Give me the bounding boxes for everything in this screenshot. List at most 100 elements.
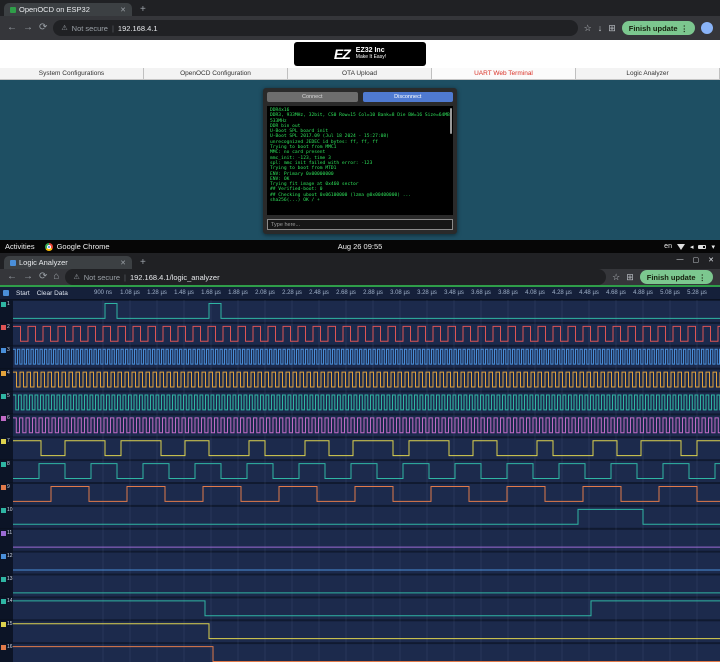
tab-strip-bottom: Logic Analyzer ✕ + — ▢ ✕ xyxy=(0,253,720,269)
site-tab-logic-analyzer[interactable]: Logic Analyzer xyxy=(576,68,720,79)
channel-number: 1 xyxy=(7,302,10,307)
brand-tagline: Make It Easy! xyxy=(356,55,386,61)
channel-color-swatch xyxy=(1,416,6,421)
channel-number: 16 xyxy=(7,645,13,650)
finish-update-button[interactable]: Finish update ⋮ xyxy=(622,21,695,35)
time-ruler-label: 3.88 µs xyxy=(498,290,518,296)
time-ruler-label: 4.88 µs xyxy=(633,290,653,296)
time-ruler-label: 1.88 µs xyxy=(228,290,248,296)
site-tabs: System ConfigurationsOpenOCD Configurati… xyxy=(0,68,720,80)
channel-label-7[interactable]: 7 xyxy=(0,437,13,460)
forward-icon[interactable]: → xyxy=(23,272,33,282)
not-secure-label: Not secure xyxy=(84,273,120,282)
browser-tab-logic-analyzer[interactable]: Logic Analyzer ✕ xyxy=(4,256,132,269)
extensions-icon[interactable]: ⊞ xyxy=(626,272,634,283)
channel-label-6[interactable]: 6 xyxy=(0,414,13,437)
tab-title: OpenOCD on ESP32 xyxy=(19,5,90,14)
channel-label-2[interactable]: 2 xyxy=(0,323,13,346)
brand-logo: EZ EZ32 Inc Make It Easy! xyxy=(294,42,426,66)
channel-label-1[interactable]: 1 xyxy=(0,300,13,323)
channel-color-swatch xyxy=(1,645,6,650)
channel-label-14[interactable]: 14 xyxy=(0,597,13,620)
finish-update-button[interactable]: Finish update ⋮ xyxy=(640,270,713,284)
terminal-input[interactable] xyxy=(267,219,453,230)
window-close-button[interactable]: ✕ xyxy=(708,256,714,264)
terminal-output[interactable]: DDR4x16DDR3, 933MHz, 32bit, CS0 Row=15 C… xyxy=(267,106,453,215)
channel-label-11[interactable]: 11 xyxy=(0,529,13,552)
back-icon[interactable]: ← xyxy=(7,272,17,282)
clear-data-button[interactable]: Clear Data xyxy=(37,290,68,297)
address-bar[interactable]: ⚠ Not secure | 192.168.4.1/logic_analyze… xyxy=(65,269,606,285)
battery-icon xyxy=(698,245,706,249)
window-minimize-button[interactable]: — xyxy=(677,256,684,264)
site-tab-uart-web-terminal[interactable]: UART Web Terminal xyxy=(432,68,576,79)
channel-label-15[interactable]: 15 xyxy=(0,620,13,643)
browser-window-openocd: OpenOCD on ESP32 ✕ + ← → ⟳ ⚠ Not secure … xyxy=(0,0,720,240)
time-ruler-label: 3.48 µs xyxy=(444,290,464,296)
new-tab-button[interactable]: + xyxy=(140,257,146,268)
channel-label-12[interactable]: 12 xyxy=(0,552,13,575)
channel-label-5[interactable]: 5 xyxy=(0,392,13,415)
capture-settings-icon[interactable] xyxy=(3,290,9,296)
clock[interactable]: Aug 26 09:55 xyxy=(338,242,383,251)
time-ruler-label: 2.68 µs xyxy=(336,290,356,296)
channel-color-swatch xyxy=(1,462,6,467)
channel-label-column: 12345678910111213141516 xyxy=(0,300,13,662)
site-tab-ota-upload[interactable]: OTA Upload xyxy=(288,68,432,79)
tab-title: Logic Analyzer xyxy=(19,258,68,267)
site-tab-system-configurations[interactable]: System Configurations xyxy=(0,68,144,79)
logic-analyzer-body: 12345678910111213141516 xyxy=(0,300,720,662)
waveform-viewport[interactable] xyxy=(13,300,720,662)
forward-icon[interactable]: → xyxy=(23,23,33,33)
time-ruler-label: 3.08 µs xyxy=(390,290,410,296)
profile-avatar[interactable] xyxy=(701,22,713,34)
channel-number: 11 xyxy=(7,531,12,536)
channel-number: 14 xyxy=(7,599,13,604)
channel-label-16[interactable]: 16 xyxy=(0,643,13,662)
channel-number: 3 xyxy=(7,348,10,353)
start-button[interactable]: Start xyxy=(16,290,30,297)
tab-close-icon[interactable]: ✕ xyxy=(120,6,126,14)
time-ruler-label: 2.28 µs xyxy=(282,290,302,296)
address-bar[interactable]: ⚠ Not secure | 192.168.4.1 xyxy=(53,20,577,36)
disconnect-button[interactable]: Disconnect xyxy=(363,92,454,102)
terminal-scrollbar[interactable] xyxy=(450,108,452,134)
window-maximize-button[interactable]: ▢ xyxy=(693,256,700,264)
chrome-icon xyxy=(45,243,53,251)
downloads-icon[interactable]: ↓ xyxy=(598,23,603,33)
reload-icon[interactable]: ⟳ xyxy=(39,272,47,282)
activities-button[interactable]: Activities xyxy=(5,242,35,251)
channel-color-swatch xyxy=(1,508,6,513)
channel-label-9[interactable]: 9 xyxy=(0,483,13,506)
back-icon[interactable]: ← xyxy=(7,23,17,33)
bookmark-star-icon[interactable]: ☆ xyxy=(612,272,620,283)
system-tray[interactable]: en ◂ ▾ xyxy=(664,243,715,251)
time-ruler-label: 900 ns xyxy=(94,290,112,296)
extensions-icon[interactable]: ⊞ xyxy=(608,23,616,34)
time-ruler-label: 1.08 µs xyxy=(120,290,140,296)
channel-label-10[interactable]: 10 xyxy=(0,506,13,529)
browser-tab-openocd[interactable]: OpenOCD on ESP32 ✕ xyxy=(4,3,132,16)
site-tab-openocd-configuration[interactable]: OpenOCD Configuration xyxy=(144,68,288,79)
channel-label-13[interactable]: 13 xyxy=(0,575,13,598)
channel-number: 4 xyxy=(7,371,10,376)
keyboard-layout-indicator[interactable]: en xyxy=(664,243,672,250)
channel-number: 12 xyxy=(7,554,13,559)
waveform-plot xyxy=(13,300,720,662)
connect-button[interactable]: Connect xyxy=(267,92,358,102)
volume-icon: ◂ xyxy=(690,243,694,251)
channel-color-swatch xyxy=(1,577,6,582)
ubuntu-top-bar: Activities Google Chrome Aug 26 09:55 en… xyxy=(0,240,720,253)
home-icon[interactable]: ⌂ xyxy=(53,272,59,282)
active-app-indicator[interactable]: Google Chrome xyxy=(45,242,110,251)
channel-label-4[interactable]: 4 xyxy=(0,369,13,392)
channel-label-3[interactable]: 3 xyxy=(0,346,13,369)
new-tab-button[interactable]: + xyxy=(140,4,146,15)
tab-favicon xyxy=(10,7,16,13)
channel-label-8[interactable]: 8 xyxy=(0,460,13,483)
time-ruler-label: 3.28 µs xyxy=(417,290,437,296)
reload-icon[interactable]: ⟳ xyxy=(39,23,47,33)
tab-close-icon[interactable]: ✕ xyxy=(120,259,126,267)
bookmark-star-icon[interactable]: ☆ xyxy=(584,23,592,34)
channel-color-swatch xyxy=(1,439,6,444)
